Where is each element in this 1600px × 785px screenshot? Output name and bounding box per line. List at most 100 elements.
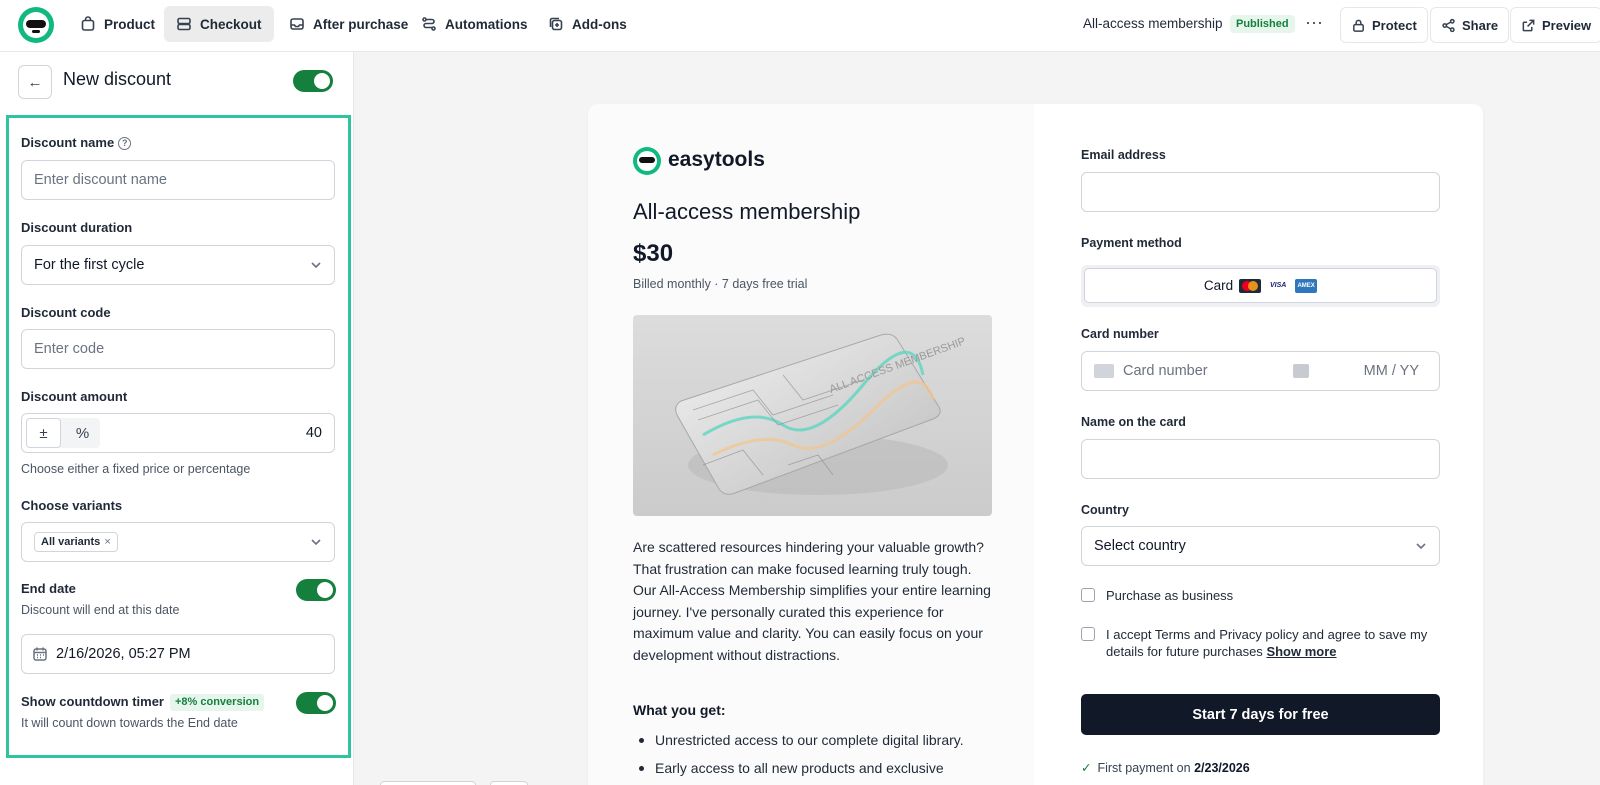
fixed-amount-button[interactable]: ± (26, 418, 61, 448)
more-options-button[interactable]: ··· (1302, 12, 1326, 36)
first-payment-info: ✓ First payment on 2/23/2026 (1081, 761, 1250, 775)
tab-add-ons[interactable]: Add-ons (536, 6, 639, 42)
countdown-label: Show countdown timer +8% conversion (21, 694, 265, 711)
discount-duration-value: For the first cycle (34, 257, 145, 273)
mastercard-icon (1239, 278, 1262, 293)
email-label: Email address (1081, 148, 1166, 162)
product-summary: easytools All-access membership $30 Bill… (588, 104, 1034, 785)
name-on-card-label: Name on the card (1081, 415, 1186, 429)
arrow-left-icon: ← (27, 73, 43, 91)
external-link-icon (1522, 19, 1535, 31)
checkout-preview: easytools All-access membership $30 Bill… (588, 104, 1483, 785)
tab-product[interactable]: Product (68, 6, 167, 42)
automation-icon (422, 17, 436, 31)
product-image: ALL ACCESS MEMBERSHIP (633, 315, 992, 516)
preview-label: Preview (1542, 17, 1592, 33)
discount-name-label: Discount name? (21, 135, 132, 150)
cvc-icon (1293, 364, 1309, 378)
bottom-button-stub[interactable] (490, 781, 528, 785)
terms-checkbox[interactable] (1081, 627, 1095, 641)
addon-icon (549, 17, 563, 31)
list-item: Early access to all new products and exc… (633, 754, 1003, 782)
discount-code-placeholder: Enter code (34, 341, 105, 357)
discount-form: Discount name? Enter discount name Disco… (6, 115, 351, 758)
tab-after-purchase[interactable]: After purchase (277, 6, 420, 42)
discount-amount-input[interactable]: ± % 40 (21, 413, 335, 453)
protect-button[interactable]: Protect (1340, 7, 1428, 43)
product-name: All-access membership (1083, 16, 1223, 31)
business-label: Purchase as business (1106, 588, 1234, 603)
inbox-icon (290, 18, 304, 30)
bag-icon (81, 16, 95, 31)
discount-name-input[interactable]: Enter discount name (21, 160, 335, 200)
discount-name-placeholder: Enter discount name (34, 172, 167, 188)
checkout-icon (177, 17, 191, 31)
brand-logo (633, 147, 661, 175)
tab-label: After purchase (313, 16, 409, 32)
country-select[interactable]: Select country (1081, 526, 1440, 566)
credit-card-icon (1094, 364, 1114, 378)
terms-label: I accept Terms and Privacy policy and ag… (1106, 627, 1428, 659)
back-button[interactable]: ← (18, 65, 52, 99)
countdown-hint: It will count down towards the End date (21, 716, 238, 730)
brand-name: easytools (668, 148, 765, 171)
preview-button[interactable]: Preview (1510, 7, 1600, 43)
status-badge: Published (1230, 15, 1295, 33)
chevron-down-icon (308, 534, 324, 550)
end-date-toggle[interactable] (296, 579, 336, 601)
start-trial-button[interactable]: Start 7 days for free (1081, 694, 1440, 735)
tab-label: Product (104, 16, 156, 32)
payment-method-selector: Card VISA AMEX (1081, 265, 1440, 307)
countdown-toggle[interactable] (296, 692, 336, 714)
card-number-field[interactable]: Card number MM / YY (1081, 351, 1440, 391)
share-icon (1442, 18, 1455, 32)
tab-label: Add-ons (572, 16, 627, 32)
product-description: Are scattered resources hindering your v… (633, 539, 991, 663)
payment-method-label: Payment method (1081, 236, 1182, 250)
conversion-badge: +8% conversion (170, 694, 265, 711)
percent-amount-button[interactable]: % (65, 418, 100, 448)
calendar-icon (32, 646, 48, 662)
benefits-list: Unrestricted access to our complete digi… (633, 726, 1003, 782)
discount-enabled-toggle[interactable] (293, 70, 333, 92)
amount-mode-toggle: ± % (26, 418, 100, 448)
discount-duration-label: Discount duration (21, 220, 133, 235)
discount-amount-value: 40 (305, 425, 322, 441)
what-you-get-title: What you get: (633, 702, 726, 718)
app-logo[interactable] (18, 7, 54, 43)
name-on-card-field[interactable] (1081, 439, 1440, 479)
discount-amount-label: Discount amount (21, 389, 128, 404)
help-icon[interactable]: ? (118, 137, 132, 150)
lock-icon (1353, 19, 1364, 32)
business-checkbox[interactable] (1081, 588, 1095, 602)
variants-label: Choose variants (21, 498, 123, 513)
end-date-input[interactable]: 2/16/2026, 05:27 PM (21, 634, 335, 674)
end-date-value: 2/16/2026, 05:27 PM (56, 646, 191, 662)
billing-info: Billed monthly · 7 days free trial (633, 277, 808, 291)
country-value: Select country (1094, 538, 1186, 554)
end-date-hint: Discount will end at this date (21, 603, 180, 617)
share-button[interactable]: Share (1430, 7, 1510, 43)
show-more-link[interactable]: Show more (1266, 644, 1336, 659)
bottom-button-stub[interactable] (380, 781, 476, 785)
product-title: All-access membership (633, 199, 861, 224)
country-label: Country (1081, 503, 1129, 517)
end-date-label: End date (21, 581, 76, 596)
tab-automations[interactable]: Automations (409, 6, 540, 42)
payment-method-card[interactable]: Card VISA AMEX (1084, 268, 1437, 303)
discount-panel: ← New discount Discount name? Enter disc… (0, 52, 354, 785)
discount-code-label: Discount code (21, 305, 111, 320)
discount-duration-select[interactable]: For the first cycle (21, 245, 335, 285)
email-field[interactable] (1081, 172, 1440, 212)
tab-label: Checkout (200, 16, 262, 32)
variants-select[interactable]: All variants × (21, 522, 335, 562)
amex-icon: AMEX (1295, 278, 1318, 293)
visa-icon: VISA (1269, 281, 1287, 289)
discount-code-input[interactable]: Enter code (21, 329, 335, 369)
chip-remove-icon[interactable]: × (104, 536, 110, 548)
amount-hint: Choose either a fixed price or percentag… (21, 462, 251, 476)
card-number-label: Card number (1081, 327, 1159, 341)
expiry-placeholder: MM / YY (1363, 363, 1419, 379)
panel-title: New discount (63, 69, 172, 89)
tab-checkout[interactable]: Checkout (164, 6, 274, 42)
